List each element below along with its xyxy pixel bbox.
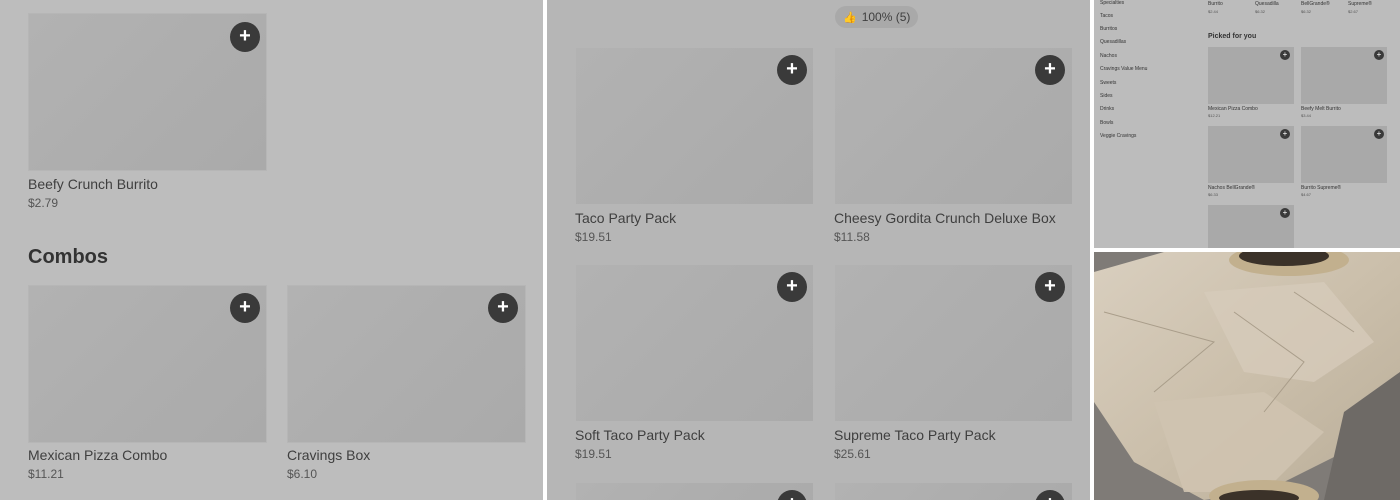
add-item-plus-icon[interactable]: +	[777, 272, 807, 302]
item-price: $2.67	[1348, 9, 1359, 14]
category-link[interactable]: Drinks	[1100, 106, 1114, 112]
category-link[interactable]: Specialties	[1100, 0, 1124, 6]
add-item-plus-icon[interactable]: +	[1280, 129, 1290, 139]
item-price: $6.32	[1255, 9, 1266, 14]
item-name[interactable]: Taco Party Pack	[575, 210, 676, 226]
item-name[interactable]: Supreme®	[1348, 1, 1372, 7]
item-price: $6.10	[287, 467, 318, 481]
item-price: $2.44	[1208, 9, 1219, 14]
section-title-combos: Combos	[28, 246, 108, 268]
section-title-picked-for-you: Picked for you	[1208, 33, 1257, 40]
item-name[interactable]: Burrito Supreme®	[1301, 185, 1341, 191]
item-price: $6.32	[1301, 9, 1312, 14]
item-price: $19.51	[575, 447, 612, 461]
item-name[interactable]: Nachos BellGrande®	[1208, 185, 1255, 191]
category-link[interactable]: Bowls	[1100, 120, 1113, 126]
category-link[interactable]: Nachos	[1100, 53, 1117, 59]
add-item-plus-icon[interactable]: +	[488, 293, 518, 323]
item-name[interactable]: Mexican Pizza Combo	[28, 447, 167, 463]
item-price: $6.33	[1208, 192, 1219, 197]
item-name[interactable]: Quesadilla	[1255, 1, 1279, 7]
category-link[interactable]: Cravings Value Menu	[1100, 66, 1147, 72]
item-name[interactable]: Soft Taco Party Pack	[575, 427, 705, 443]
item-name[interactable]: Beefy Crunch Burrito	[28, 176, 158, 192]
food-photo	[1094, 252, 1400, 500]
menu-overview-panel: Specialties Tacos Burritos Quesadillas N…	[1094, 0, 1400, 248]
item-price: $11.58	[834, 230, 870, 244]
item-price: $2.79	[28, 196, 59, 210]
item-name[interactable]: BellGrande®	[1301, 1, 1330, 7]
item-price: $25.61	[834, 447, 871, 461]
add-item-plus-icon[interactable]: +	[1374, 129, 1384, 139]
item-name[interactable]: Cravings Box	[287, 447, 370, 463]
category-link[interactable]: Tacos	[1100, 13, 1113, 19]
category-link[interactable]: Sides	[1100, 93, 1113, 99]
add-item-plus-icon[interactable]: +	[1280, 50, 1290, 60]
add-item-plus-icon[interactable]: +	[1280, 208, 1290, 218]
rating-text: 100% (5)	[861, 10, 911, 24]
category-link[interactable]: Burritos	[1100, 26, 1117, 32]
item-name[interactable]: Burrito	[1208, 1, 1223, 7]
item-price: $19.51	[575, 230, 612, 244]
item-name[interactable]: Beefy Melt Burrito	[1301, 106, 1341, 112]
category-link[interactable]: Veggie Cravings	[1100, 133, 1136, 139]
add-item-plus-icon[interactable]: +	[777, 55, 807, 85]
category-link[interactable]: Quesadillas	[1100, 39, 1126, 45]
rating-badge: 👍 100% (5)	[835, 6, 919, 28]
item-name[interactable]: Mexican Pizza Combo	[1208, 106, 1258, 112]
thumbs-up-icon: 👍	[843, 12, 857, 24]
add-item-plus-icon[interactable]: +	[230, 293, 260, 323]
add-item-plus-icon[interactable]: +	[1035, 272, 1065, 302]
menu-panel-party-packs: 👍 100% (5) + Taco Party Pack $19.51 + Che…	[547, 0, 1090, 500]
item-price: $12.21	[1208, 113, 1221, 118]
burrito-on-wrapper-photo	[1094, 252, 1400, 500]
add-item-plus-icon[interactable]: +	[1035, 55, 1065, 85]
item-price: $4.67	[1301, 192, 1312, 197]
item-name[interactable]: Cheesy Gordita Crunch Deluxe Box	[834, 210, 1056, 226]
item-price: $11.21	[28, 467, 64, 481]
item-name[interactable]: Supreme Taco Party Pack	[834, 427, 996, 443]
item-price: $3.44	[1301, 113, 1312, 118]
menu-panel-combos: + Beefy Crunch Burrito $2.79 Combos + Me…	[0, 0, 543, 500]
add-item-plus-icon[interactable]: +	[230, 22, 260, 52]
add-item-plus-icon[interactable]: +	[1374, 50, 1384, 60]
category-link[interactable]: Sweets	[1100, 80, 1116, 86]
